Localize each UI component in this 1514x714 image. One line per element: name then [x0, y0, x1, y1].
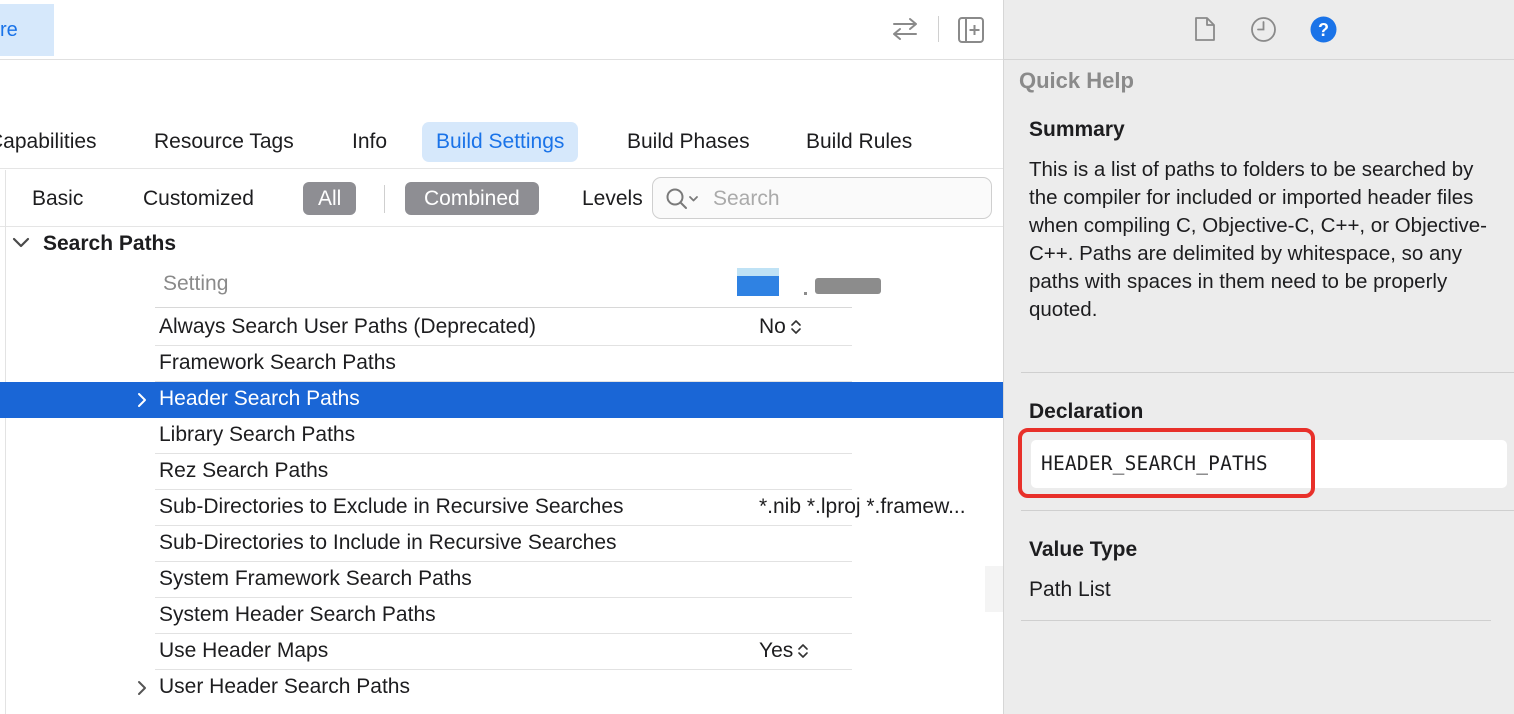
setting-row[interactable]: Sub-Directories to Exclude in Recursive … — [0, 490, 1003, 526]
toolbar-divider — [938, 16, 939, 42]
section-title: Search Paths — [43, 232, 177, 255]
chevron-right-icon[interactable] — [136, 680, 148, 696]
redacted-dot — [804, 292, 807, 295]
setting-label: Framework Search Paths — [159, 351, 396, 374]
filter-all[interactable]: All — [303, 182, 357, 215]
target-icon — [737, 268, 779, 276]
setting-label: Sub-Directories to Exclude in Recursive … — [159, 495, 624, 518]
value-type-heading: Value Type — [1029, 538, 1138, 561]
setting-row[interactable]: System Header Search Paths — [0, 598, 1003, 634]
setting-row[interactable]: Sub-Directories to Include in Recursive … — [0, 526, 1003, 562]
setting-row[interactable]: Framework Search Paths — [0, 346, 1003, 382]
chevron-right-icon[interactable] — [136, 392, 148, 408]
chevron-down-icon[interactable] — [12, 236, 30, 250]
section-search-paths[interactable]: Search Paths — [0, 228, 1003, 260]
setting-label: Sub-Directories to Include in Recursive … — [159, 531, 617, 554]
setting-row[interactable]: Header Search Paths — [0, 382, 1003, 418]
file-icon[interactable] — [1194, 16, 1216, 42]
target-label: re — [0, 19, 18, 41]
setting-value[interactable]: No — [759, 315, 802, 339]
setting-value-text: *.nib *.lproj *.framew... — [759, 495, 966, 518]
setting-row[interactable]: Rez Search Paths — [0, 454, 1003, 490]
redacted-target-name — [815, 278, 881, 294]
tab-info[interactable]: Info — [338, 122, 401, 162]
tab-build-settings[interactable]: Build Settings — [422, 122, 579, 162]
history-icon[interactable] — [1250, 16, 1277, 43]
column-header: Setting — [0, 264, 1003, 308]
setting-value-text: No — [759, 315, 786, 338]
setting-label: Always Search User Paths (Deprecated) — [159, 315, 536, 338]
inspector-divider — [1021, 620, 1491, 621]
setting-row[interactable]: Use Header Maps Yes — [0, 634, 1003, 670]
value-type-value: Path List — [1029, 578, 1111, 601]
filter-divider — [384, 185, 385, 213]
setting-row[interactable]: User Header Search Paths — [0, 670, 1003, 706]
add-editor-icon[interactable] — [957, 16, 985, 44]
inspector-divider — [1021, 372, 1514, 373]
quick-help-title: Quick Help — [1019, 68, 1134, 93]
quick-help-inspector: ? Quick Help Summary This is a list of p… — [1003, 0, 1514, 714]
inspector-top-bar: ? — [1004, 0, 1514, 60]
setting-value[interactable]: *.nib *.lproj *.framew... — [759, 495, 966, 519]
filter-basic[interactable]: Basic — [32, 182, 83, 215]
tab-capabilities[interactable]: Capabilities — [0, 122, 111, 162]
setting-row[interactable]: System Framework Search Paths — [0, 562, 1003, 598]
summary-text: This is a list of paths to folders to be… — [1029, 158, 1488, 321]
search-field[interactable] — [652, 177, 992, 219]
setting-value[interactable]: Yes — [759, 639, 809, 663]
filter-bar: Basic Customized All Combined Levels — [0, 170, 1003, 227]
filter-combined[interactable]: Combined — [405, 182, 539, 215]
summary-heading: Summary — [1029, 118, 1125, 141]
search-icon[interactable] — [665, 187, 699, 211]
stepper-icon[interactable] — [797, 642, 809, 660]
setting-row[interactable]: Library Search Paths — [0, 418, 1003, 454]
column-divider — [155, 307, 852, 308]
target-selector[interactable]: re — [0, 4, 54, 56]
tab-build-rules[interactable]: Build Rules — [792, 122, 926, 162]
filter-customized[interactable]: Customized — [143, 182, 254, 215]
swap-arrows-icon[interactable] — [890, 16, 920, 42]
setting-label: Use Header Maps — [159, 639, 329, 662]
tab-resource-tags[interactable]: Resource Tags — [140, 122, 308, 162]
setting-label: Rez Search Paths — [159, 459, 329, 482]
setting-label: System Header Search Paths — [159, 603, 436, 626]
column-setting-label: Setting — [163, 272, 229, 295]
annotation-highlight-box — [1018, 428, 1315, 498]
stepper-icon[interactable] — [790, 318, 802, 336]
editor-top-bar: re — [0, 0, 1003, 60]
setting-label: User Header Search Paths — [159, 675, 410, 698]
scrollbar[interactable] — [985, 566, 1003, 612]
build-settings-editor: re Capabilities Resource Tags Info Build… — [0, 0, 1003, 714]
setting-label: System Framework Search Paths — [159, 567, 472, 590]
target-icon-base — [737, 276, 779, 296]
setting-value-text: Yes — [759, 639, 794, 662]
svg-text:?: ? — [1318, 20, 1329, 40]
setting-label: Header Search Paths — [159, 387, 360, 410]
editor-tabs: Capabilities Resource Tags Info Build Se… — [0, 118, 1003, 169]
inspector-divider — [1021, 510, 1514, 511]
filter-levels[interactable]: Levels — [582, 182, 643, 215]
declaration-heading: Declaration — [1029, 400, 1144, 423]
tab-build-phases[interactable]: Build Phases — [613, 122, 764, 162]
setting-label: Library Search Paths — [159, 423, 356, 446]
search-input[interactable] — [711, 184, 985, 214]
help-icon[interactable]: ? — [1310, 16, 1337, 43]
setting-row[interactable]: Always Search User Paths (Deprecated) No — [0, 310, 1003, 346]
